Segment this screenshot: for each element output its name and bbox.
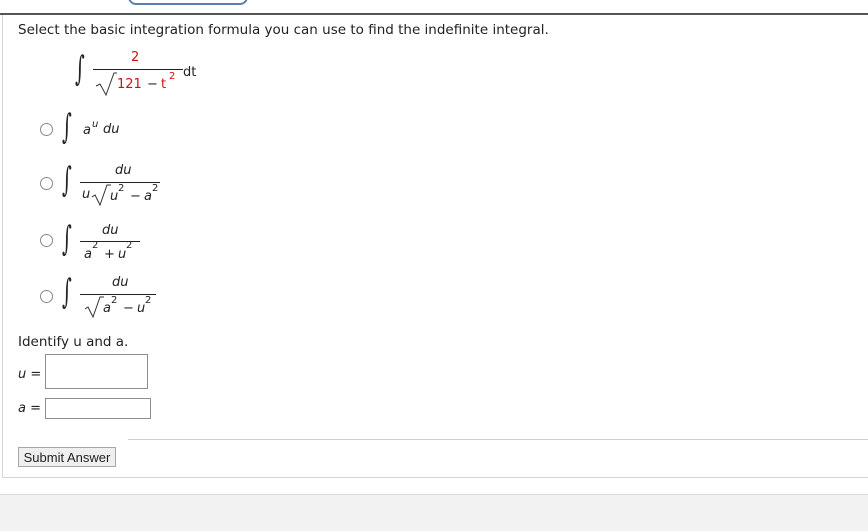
option-2-den-op: − <box>130 189 141 204</box>
option-2-den-b-exp: 2 <box>152 183 159 194</box>
option-1-radio[interactable] <box>40 123 53 136</box>
option-3-den-op: + <box>104 247 115 262</box>
footer-area <box>0 494 868 531</box>
a-label: a = <box>18 401 41 416</box>
option-3-den-a-exp: 2 <box>92 240 99 251</box>
option-4-den-a: a <box>103 301 111 316</box>
u-label: u = <box>18 367 42 382</box>
radical-sign <box>91 184 111 206</box>
integral-differential: dt <box>183 65 197 80</box>
option-2-numerator: du <box>115 163 132 178</box>
option-3-formula: ∫ du a 2 + u 2 <box>62 220 162 266</box>
option-2-formula: ∫ du u u 2 − a 2 <box>62 161 172 211</box>
option-2-radio[interactable] <box>40 177 53 190</box>
option-3-den-b: u <box>118 247 127 262</box>
option-3-den-a: a <box>84 247 92 262</box>
integral-sign: ∫ <box>62 107 72 147</box>
option-4-formula: ∫ du a 2 − u 2 <box>62 273 172 323</box>
integral-sign: ∫ <box>62 160 72 200</box>
option-3-numerator: du <box>102 223 119 238</box>
option-2-den-a: u <box>110 189 119 204</box>
option-3-den-b-exp: 2 <box>126 240 133 251</box>
option-1-differential: du <box>103 122 120 137</box>
identify-prompt: Identify u and a. <box>18 334 129 350</box>
question-prompt: Select the basic integration formula you… <box>18 22 549 38</box>
option-4-den-b: u <box>137 301 146 316</box>
integral-sign: ∫ <box>62 219 72 259</box>
option-1-base: a <box>83 123 91 138</box>
option-4-numerator: du <box>112 275 129 290</box>
option-4-den-b-exp: 2 <box>145 295 152 306</box>
divider <box>128 439 868 440</box>
submit-answer-button[interactable]: Submit Answer <box>18 447 116 467</box>
integral-sign: ∫ <box>62 272 72 312</box>
a-input[interactable] <box>45 398 151 419</box>
integral-numerator: 2 <box>131 50 140 65</box>
radical-sign <box>84 296 104 318</box>
option-2-den-a-exp: 2 <box>118 183 125 194</box>
radicand-a: 121 <box>117 77 142 92</box>
option-4-radio[interactable] <box>40 290 53 303</box>
option-2-den-b: a <box>144 189 152 204</box>
option-1-exp: u <box>92 119 99 130</box>
radical-sign <box>95 72 117 96</box>
top-bar <box>0 0 868 15</box>
option-1-formula: ∫ a u du <box>62 108 142 148</box>
integral-fraction-line <box>93 69 183 70</box>
top-tab[interactable] <box>128 0 248 5</box>
radicand-b-exp: 2 <box>169 71 176 82</box>
integral-sign: ∫ <box>75 49 85 89</box>
main-integral: ∫ 2 121 − t 2 dt <box>75 50 215 100</box>
option-4-den-a-exp: 2 <box>111 295 118 306</box>
u-input[interactable] <box>45 354 148 389</box>
option-4-den-op: − <box>123 301 134 316</box>
radicand-b: t <box>161 77 167 92</box>
option-2-den-prefix: u <box>82 187 91 202</box>
option-3-radio[interactable] <box>40 234 53 247</box>
radicand-minus: − <box>147 77 158 92</box>
